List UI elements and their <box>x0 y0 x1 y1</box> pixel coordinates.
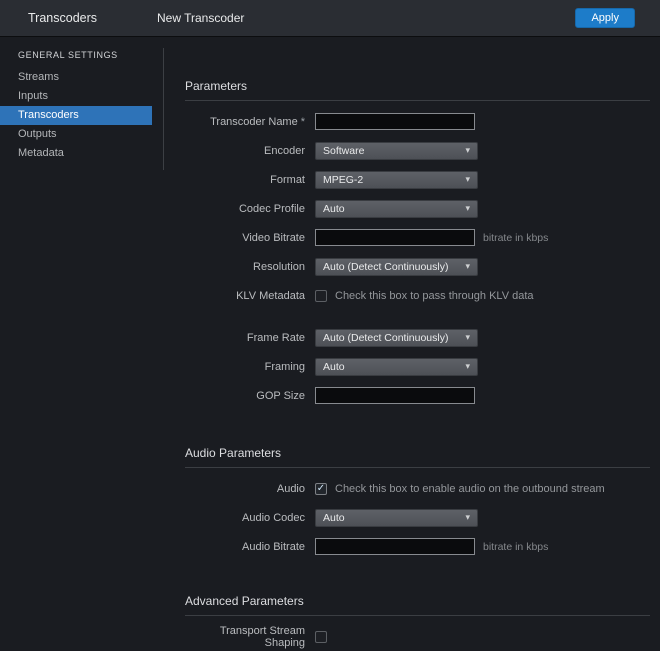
transport-stream-shaping-row: Transport Stream Shaping <box>185 622 650 651</box>
encoder-dropdown-value: Software <box>323 145 364 157</box>
video-bitrate-hint: bitrate in kbps <box>483 232 548 244</box>
sidebar-divider <box>163 48 164 170</box>
format-dropdown[interactable]: MPEG-2 ▾ <box>315 171 478 189</box>
audio-checkbox-label: Check this box to enable audio on the ou… <box>335 483 605 495</box>
framing-dropdown-value: Auto <box>323 361 345 373</box>
app-title: Transcoders <box>0 11 157 25</box>
transport-stream-shaping-label: Transport Stream Shaping <box>185 625 305 649</box>
audio-codec-dropdown-value: Auto <box>323 512 345 524</box>
codec-profile-row: Codec Profile Auto ▾ <box>185 194 650 223</box>
resolution-dropdown[interactable]: Auto (Detect Continuously) ▾ <box>315 258 478 276</box>
framing-dropdown[interactable]: Auto ▾ <box>315 358 478 376</box>
page-title: New Transcoder <box>157 11 244 25</box>
parameters-section-title: Parameters <box>185 79 650 101</box>
section-audio-parameters: Audio Parameters Audio ✓ Check this box … <box>185 446 650 561</box>
section-parameters: Parameters Transcoder Name* Encoder Soft… <box>185 79 650 410</box>
format-label: Format <box>185 174 305 186</box>
format-dropdown-value: MPEG-2 <box>323 174 363 186</box>
video-bitrate-label: Video Bitrate <box>185 232 305 244</box>
chevron-down-icon: ▾ <box>465 174 470 185</box>
encoder-dropdown[interactable]: Software ▾ <box>315 142 478 160</box>
chevron-down-icon: ▾ <box>465 512 470 523</box>
sidebar-item-outputs[interactable]: Outputs <box>0 125 152 144</box>
transcoder-name-label: Transcoder Name* <box>185 116 305 128</box>
video-bitrate-input[interactable] <box>315 229 475 246</box>
chevron-down-icon: ▾ <box>465 361 470 372</box>
gop-size-label: GOP Size <box>185 390 305 402</box>
video-bitrate-row: Video Bitrate bitrate in kbps <box>185 223 650 252</box>
top-header: Transcoders New Transcoder Apply <box>0 0 660 37</box>
check-icon: ✓ <box>317 484 325 494</box>
frame-rate-label: Frame Rate <box>185 332 305 344</box>
transcoder-name-input[interactable] <box>315 113 475 130</box>
codec-profile-label: Codec Profile <box>185 203 305 215</box>
audio-checkbox[interactable]: ✓ <box>315 483 327 495</box>
transport-stream-shaping-checkbox[interactable] <box>315 631 327 643</box>
encoder-row: Encoder Software ▾ <box>185 136 650 165</box>
section-advanced-parameters: Advanced Parameters Transport Stream Sha… <box>185 594 650 651</box>
gop-size-row: GOP Size <box>185 381 650 410</box>
frame-rate-row: Frame Rate Auto (Detect Continuously) ▾ <box>185 323 650 352</box>
klv-metadata-row: KLV Metadata Check this box to pass thro… <box>185 281 650 310</box>
transcoder-name-row: Transcoder Name* <box>185 107 650 136</box>
row-gap <box>185 310 650 323</box>
chevron-down-icon: ▾ <box>465 145 470 156</box>
format-row: Format MPEG-2 ▾ <box>185 165 650 194</box>
audio-codec-dropdown[interactable]: Auto ▾ <box>315 509 478 527</box>
chevron-down-icon: ▾ <box>465 332 470 343</box>
sidebar-item-inputs[interactable]: Inputs <box>0 87 152 106</box>
resolution-row: Resolution Auto (Detect Continuously) ▾ <box>185 252 650 281</box>
audio-bitrate-hint: bitrate in kbps <box>483 541 548 553</box>
transcoder-name-label-text: Transcoder Name <box>210 116 298 128</box>
audio-bitrate-label: Audio Bitrate <box>185 541 305 553</box>
codec-profile-dropdown[interactable]: Auto ▾ <box>315 200 478 218</box>
encoder-label: Encoder <box>185 145 305 157</box>
chevron-down-icon: ▾ <box>465 261 470 272</box>
frame-rate-dropdown[interactable]: Auto (Detect Continuously) ▾ <box>315 329 478 347</box>
main-content: Parameters Transcoder Name* Encoder Soft… <box>185 37 650 651</box>
audio-row: Audio ✓ Check this box to enable audio o… <box>185 474 650 503</box>
gop-size-input[interactable] <box>315 387 475 404</box>
sidebar-section-label: GENERAL SETTINGS <box>0 37 160 68</box>
klv-metadata-checkbox[interactable] <box>315 290 327 302</box>
sidebar: GENERAL SETTINGS Streams Inputs Transcod… <box>0 37 160 163</box>
sidebar-item-streams[interactable]: Streams <box>0 68 152 87</box>
audio-bitrate-input[interactable] <box>315 538 475 555</box>
audio-section-title: Audio Parameters <box>185 446 650 468</box>
framing-row: Framing Auto ▾ <box>185 352 650 381</box>
chevron-down-icon: ▾ <box>465 203 470 214</box>
framing-label: Framing <box>185 361 305 373</box>
audio-label: Audio <box>185 483 305 495</box>
frame-rate-dropdown-value: Auto (Detect Continuously) <box>323 332 448 344</box>
audio-bitrate-row: Audio Bitrate bitrate in kbps <box>185 532 650 561</box>
audio-codec-label: Audio Codec <box>185 512 305 524</box>
sidebar-item-transcoders[interactable]: Transcoders <box>0 106 152 125</box>
klv-metadata-checkbox-label: Check this box to pass through KLV data <box>335 290 534 302</box>
sidebar-item-metadata[interactable]: Metadata <box>0 144 152 163</box>
resolution-dropdown-value: Auto (Detect Continuously) <box>323 261 448 273</box>
resolution-label: Resolution <box>185 261 305 273</box>
advanced-section-title: Advanced Parameters <box>185 594 650 616</box>
apply-button[interactable]: Apply <box>575 8 635 28</box>
audio-codec-row: Audio Codec Auto ▾ <box>185 503 650 532</box>
required-mark: * <box>301 116 305 128</box>
klv-metadata-label: KLV Metadata <box>185 290 305 302</box>
codec-profile-dropdown-value: Auto <box>323 203 345 215</box>
